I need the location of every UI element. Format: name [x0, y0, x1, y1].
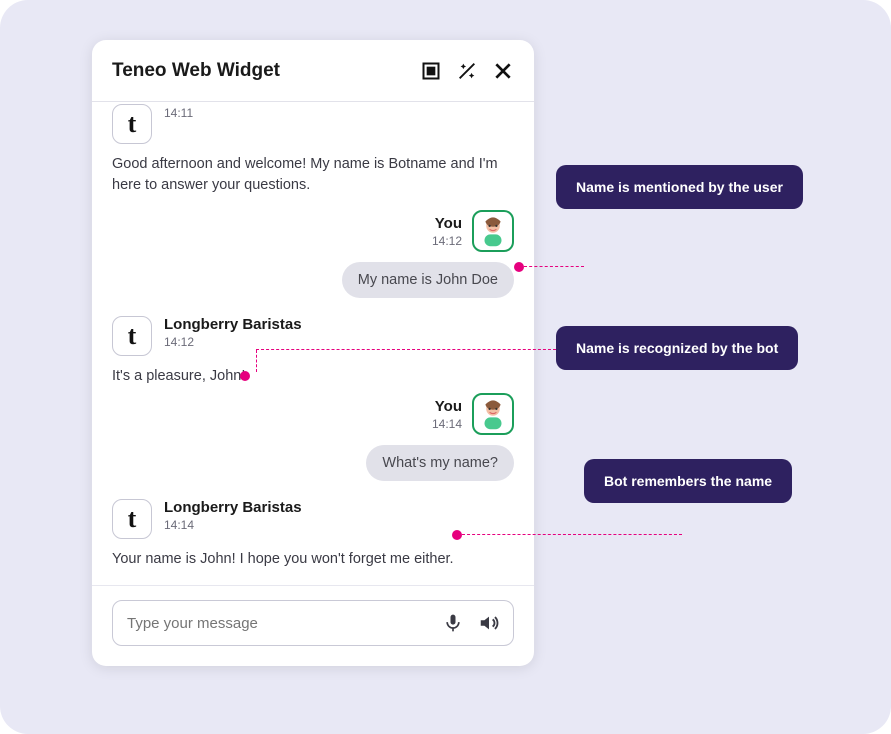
annotation-line — [256, 349, 556, 350]
annotation-line — [462, 534, 682, 535]
bot-message-header: t Longberry Baristas 14:12 — [112, 316, 514, 356]
annotation-callout: Name is mentioned by the user — [556, 165, 803, 209]
close-icon[interactable] — [492, 60, 514, 82]
input-bar — [92, 585, 534, 666]
user-meta: You 14:12 — [432, 215, 462, 248]
header-icons — [420, 60, 514, 82]
annotation-dot — [514, 262, 524, 272]
messages-scroll[interactable]: t 14:11 Good afternoon and welcome! My n… — [92, 102, 534, 585]
widget-header: Teneo Web Widget — [92, 40, 534, 102]
message-time: 14:12 — [164, 335, 302, 349]
user-message-bubble: What's my name? — [366, 445, 514, 481]
user-message: You 14:14 What's my name? — [112, 393, 514, 481]
user-name: You — [432, 215, 462, 232]
bot-meta: Longberry Baristas 14:14 — [164, 499, 302, 532]
widget-title: Teneo Web Widget — [112, 60, 280, 82]
bot-meta: Longberry Baristas 14:12 — [164, 316, 302, 349]
user-name: You — [432, 398, 462, 415]
annotation-dot — [452, 530, 462, 540]
user-avatar-icon — [472, 393, 514, 435]
user-message-bubble: My name is John Doe — [342, 262, 514, 298]
chat-widget: Teneo Web Widget t 14:11 — [92, 40, 534, 666]
bot-message-text: Your name is John! I hope you won't forg… — [112, 549, 514, 570]
annotation-line — [256, 350, 257, 372]
bot-name: Longberry Baristas — [164, 499, 302, 516]
message-time: 14:11 — [164, 106, 193, 120]
bot-avatar-icon: t — [112, 499, 152, 539]
message-time: 14:14 — [432, 417, 462, 431]
message-time: 14:12 — [432, 234, 462, 248]
input-wrap — [112, 600, 514, 646]
bot-name: Longberry Baristas — [164, 316, 302, 333]
bot-message-text: Good afternoon and welcome! My name is B… — [112, 154, 514, 196]
bot-message-text: It's a pleasure, John! — [112, 366, 514, 387]
sparkle-icon[interactable] — [456, 60, 478, 82]
bot-message-header: t 14:11 — [112, 104, 514, 144]
annotation-callout: Bot remembers the name — [584, 459, 792, 503]
minimize-icon[interactable] — [420, 60, 442, 82]
annotation-line — [524, 266, 584, 267]
user-meta: You 14:14 — [432, 398, 462, 431]
speaker-icon[interactable] — [475, 609, 503, 637]
annotation-callout: Name is recognized by the bot — [556, 326, 798, 370]
user-message: You 14:12 My name is John Doe — [112, 210, 514, 298]
message-input[interactable] — [127, 615, 431, 632]
annotation-dot — [240, 371, 250, 381]
stage: Teneo Web Widget t 14:11 — [0, 0, 891, 734]
bot-meta: 14:11 — [164, 104, 193, 120]
bot-avatar-icon: t — [112, 104, 152, 144]
user-avatar-icon — [472, 210, 514, 252]
message-time: 14:14 — [164, 518, 302, 532]
microphone-icon[interactable] — [439, 609, 467, 637]
bot-avatar-icon: t — [112, 316, 152, 356]
